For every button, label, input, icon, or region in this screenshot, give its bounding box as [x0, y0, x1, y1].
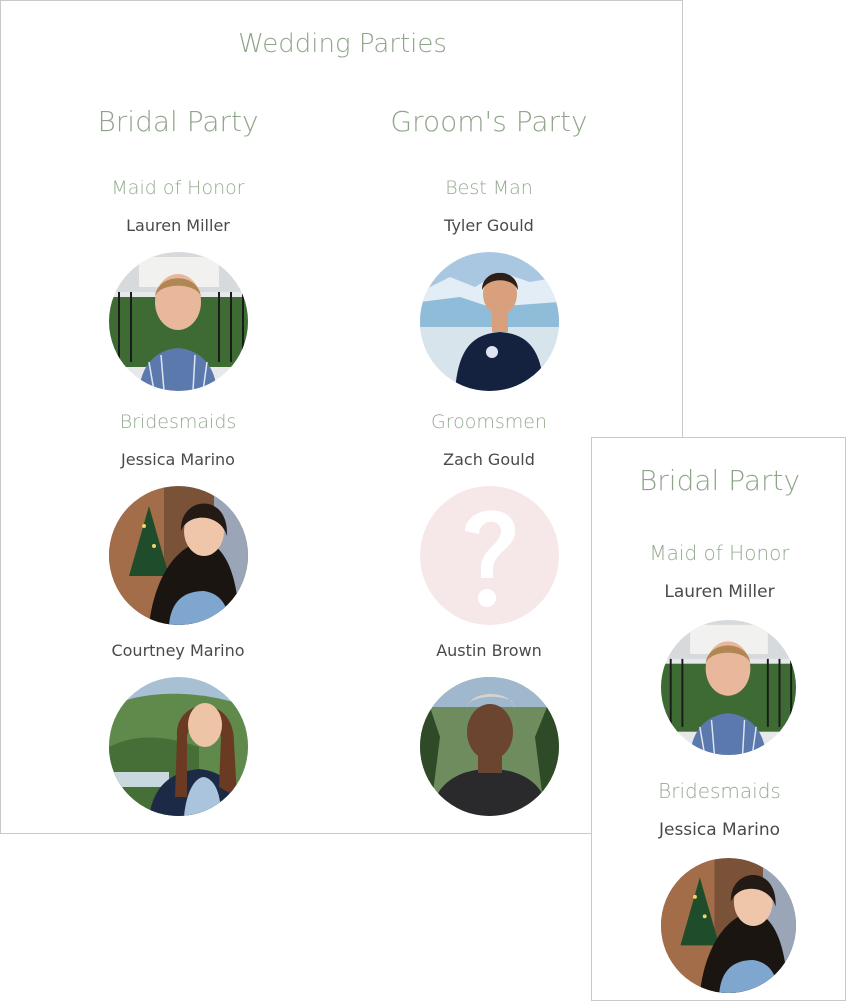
bridal-party-title: Bridal Party	[97, 105, 259, 138]
mobile-bridesmaids-role: Bridesmaids	[658, 779, 781, 803]
tyler-gould-photo	[420, 252, 559, 391]
austin-brown-photo	[420, 677, 559, 816]
groomsmen-role: Groomsmen	[430, 411, 547, 433]
lauren-miller-photo	[109, 252, 248, 391]
maid-of-honor-name: Lauren Miller	[126, 216, 230, 235]
bridesmaid-courtney-name: Courtney Marino	[111, 641, 245, 660]
mobile-bridal-party-title: Bridal Party	[638, 464, 801, 497]
mobile-bridal-party-panel: Bridal Party Maid of Honor Lauren Miller…	[591, 437, 846, 1001]
bridesmaids-role: Bridesmaids	[119, 411, 237, 433]
mobile-maid-of-honor-role: Maid of Honor	[649, 541, 790, 565]
maid-of-honor-role: Maid of Honor	[111, 177, 245, 199]
page-title: Wedding Parties	[238, 29, 447, 59]
best-man-name: Tyler Gould	[444, 216, 534, 235]
mobile-maid-of-honor-name: Lauren Miller	[664, 582, 775, 602]
best-man-role: Best Man	[445, 177, 533, 199]
grooms-party-title: Groom's Party	[390, 105, 588, 138]
jessica-marino-photo	[109, 486, 248, 625]
wedding-parties-panel: Wedding Parties Bridal Party Maid of Hon…	[0, 0, 683, 834]
bridesmaid-jessica-name: Jessica Marino	[121, 450, 235, 469]
courtney-marino-photo	[109, 677, 248, 816]
mobile-jessica-marino-photo	[661, 858, 796, 993]
mobile-lauren-miller-photo	[661, 620, 796, 755]
groomsman-zach-name: Zach Gould	[443, 450, 535, 469]
question-mark-placeholder-icon	[420, 486, 559, 625]
mobile-bridesmaid-jessica-name: Jessica Marino	[658, 820, 781, 840]
groomsman-austin-name: Austin Brown	[436, 641, 542, 660]
